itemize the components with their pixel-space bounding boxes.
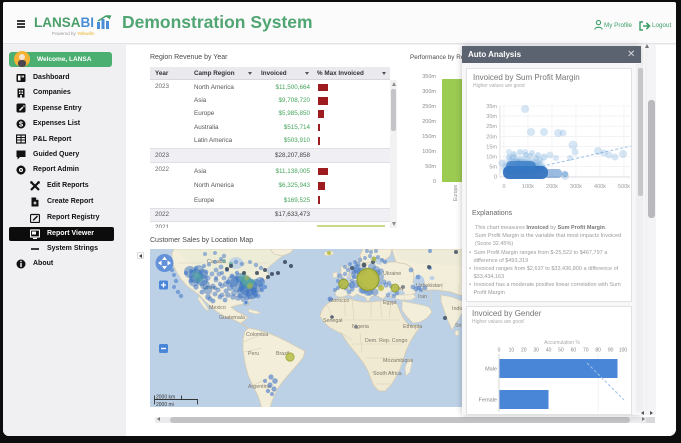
- svg-text:30m: 30m: [486, 114, 497, 120]
- svg-text:5m: 5m: [489, 165, 497, 171]
- svg-text:25m: 25m: [486, 124, 497, 130]
- svg-text:60: 60: [571, 348, 577, 354]
- svg-text:35m: 35m: [486, 104, 497, 110]
- svg-text:2000 mi: 2000 mi: [156, 402, 174, 407]
- svg-text:200k: 200k: [546, 184, 558, 190]
- svg-text:Egypt: Egypt: [383, 300, 397, 306]
- svg-text:300k: 300k: [570, 184, 582, 190]
- svg-text:Dem. Rep. Congo: Dem. Rep. Congo: [365, 338, 407, 344]
- svg-text:Ethiopia: Ethiopia: [403, 324, 422, 330]
- svg-text:Iran: Iran: [418, 294, 427, 300]
- svg-text:20m: 20m: [486, 134, 497, 140]
- svg-text:Peru: Peru: [248, 351, 259, 357]
- svg-text:50: 50: [558, 348, 564, 354]
- svg-text:South Africa: South Africa: [373, 371, 402, 377]
- svg-text:90: 90: [608, 348, 614, 354]
- svg-text:400k: 400k: [594, 184, 606, 190]
- svg-text:Male: Male: [485, 367, 497, 373]
- svg-text:0: 0: [494, 175, 497, 181]
- svg-text:Senegal: Senegal: [323, 318, 342, 324]
- svg-text:10m: 10m: [486, 155, 497, 161]
- svg-text:100: 100: [619, 348, 628, 354]
- svg-text:Mozambique: Mozambique: [383, 358, 413, 364]
- svg-text:0: 0: [502, 184, 505, 190]
- svg-text:80: 80: [595, 348, 601, 354]
- svg-text:0: 0: [498, 348, 501, 354]
- svg-text:500k: 500k: [618, 184, 630, 190]
- svg-text:15m: 15m: [486, 144, 497, 150]
- svg-text:Female: Female: [479, 398, 497, 404]
- svg-text:40: 40: [546, 348, 552, 354]
- svg-text:20: 20: [521, 348, 527, 354]
- svg-text:Mexico: Mexico: [209, 305, 226, 311]
- svg-text:Colombia: Colombia: [246, 332, 268, 338]
- svg-text:10: 10: [509, 348, 515, 354]
- svg-text:100k: 100k: [522, 184, 534, 190]
- svg-text:Ukraine: Ukraine: [383, 271, 401, 277]
- svg-text:Guatemala: Guatemala: [219, 315, 245, 321]
- svg-text:30: 30: [533, 348, 539, 354]
- svg-text:Accumulation %: Accumulation %: [544, 340, 580, 346]
- svg-text:70: 70: [583, 348, 589, 354]
